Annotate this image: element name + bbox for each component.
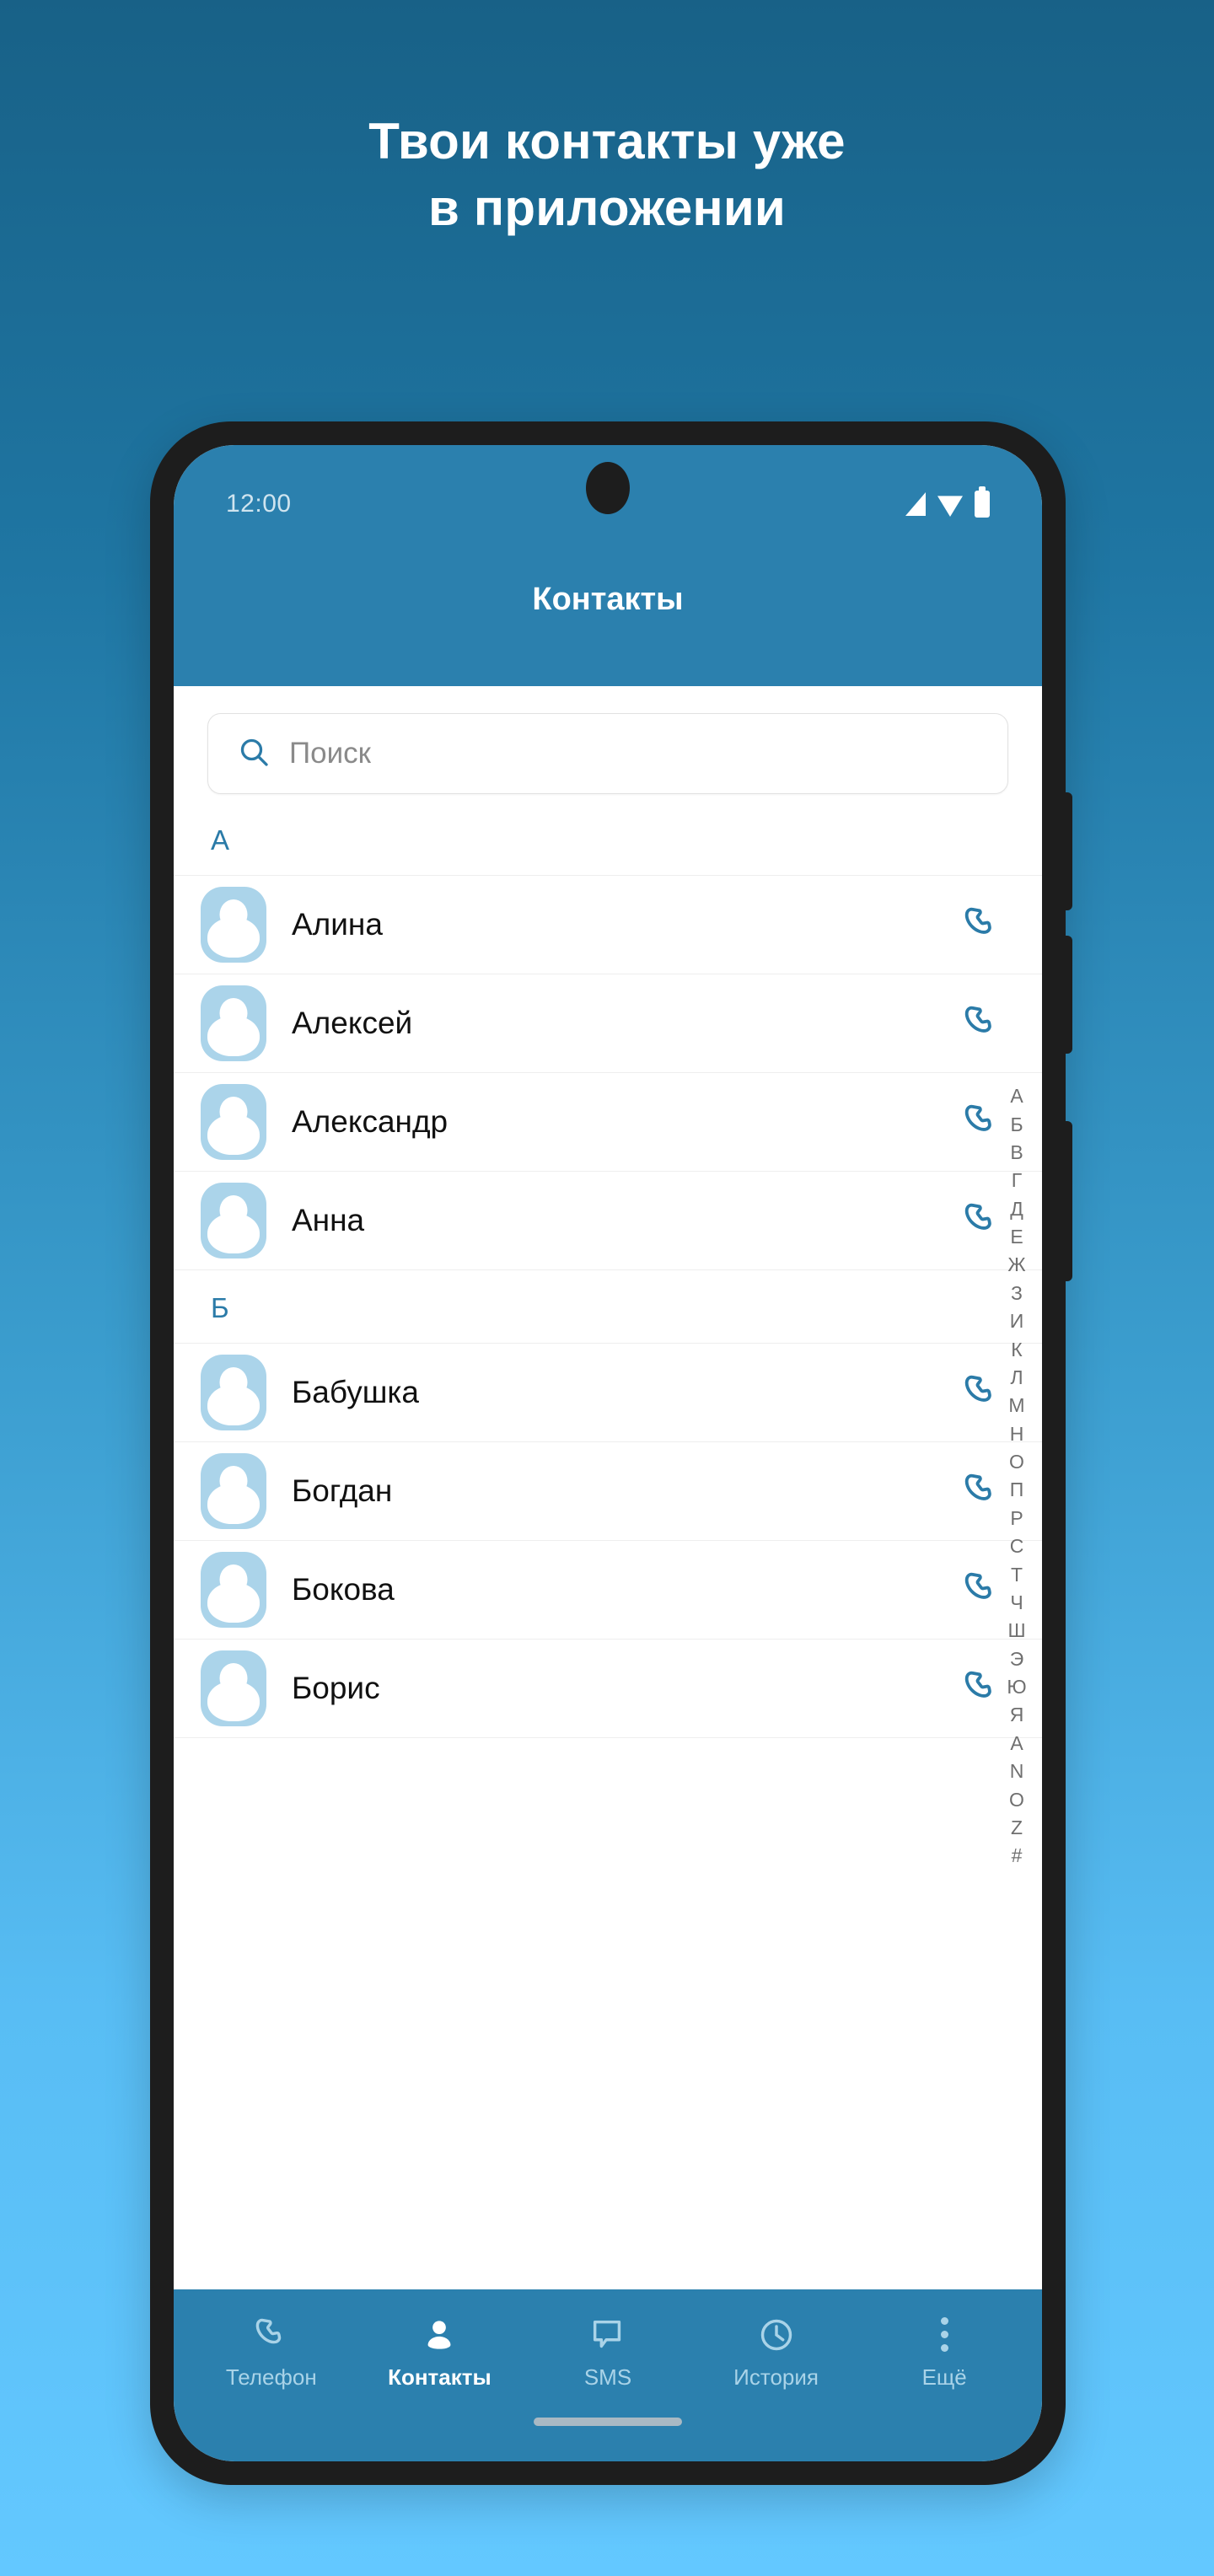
alpha-index-letter[interactable]: Ю (1007, 1673, 1026, 1701)
phone-call-icon[interactable] (958, 1000, 1005, 1047)
alpha-index-letter[interactable]: М (1008, 1392, 1024, 1419)
alpha-index-letter[interactable]: А (1010, 1082, 1023, 1110)
person-avatar (201, 985, 266, 1061)
alpha-index-letter[interactable]: Р (1010, 1505, 1023, 1532)
alpha-index-letter[interactable]: О (1009, 1448, 1024, 1476)
section-header-a: А (174, 802, 1042, 876)
promo-line-1: Твои контакты уже (368, 113, 846, 169)
person-avatar (201, 1453, 266, 1529)
person-avatar (201, 1183, 266, 1258)
phone-mockup: 12:00 Контакты Поиск А Алина Алексей Але… (150, 421, 1072, 2485)
contact-row[interactable]: Анна (174, 1172, 1042, 1270)
contacts-screen: Поиск А Алина Алексей Александр Анна Б Б… (174, 686, 1042, 2289)
contact-name: Алина (292, 907, 383, 942)
more-vertical-icon (940, 2314, 948, 2356)
contact-name: Бокова (292, 1572, 395, 1607)
nav-item-more[interactable]: Ещё (868, 2314, 1020, 2391)
alpha-index-letter[interactable]: Т (1011, 1560, 1023, 1588)
alpha-index-letter[interactable]: Е (1010, 1223, 1023, 1251)
alpha-index-letter[interactable]: N (1010, 1758, 1024, 1785)
nav-item-phone[interactable]: Телефон (196, 2314, 347, 2391)
phone-call-icon[interactable] (958, 901, 1005, 948)
nav-label: Телефон (225, 2364, 317, 2390)
nav-label: SMS (583, 2364, 632, 2390)
person-avatar (201, 1355, 266, 1430)
person-avatar (201, 1552, 266, 1628)
contact-name: Алексей (292, 1006, 413, 1040)
section-header-b: Б (174, 1270, 1042, 1344)
alpha-index-letter[interactable]: К (1011, 1335, 1022, 1363)
contact-row[interactable]: Бокова (174, 1541, 1042, 1640)
contact-row[interactable]: Александр (174, 1073, 1042, 1172)
volume-down-button[interactable] (1062, 936, 1072, 1054)
promo-headline: Твои контакты уже в приложении (0, 108, 1214, 241)
app-bar: Контакты (174, 563, 1042, 686)
nav-label: История (733, 2364, 819, 2390)
alpha-index-letter[interactable]: Ж (1007, 1251, 1025, 1279)
nav-label: Ещё (921, 2364, 967, 2390)
alpha-index-letter[interactable]: З (1011, 1280, 1023, 1307)
nav-item-sms[interactable]: SMS (532, 2314, 684, 2391)
phone-screen: 12:00 Контакты Поиск А Алина Алексей Але… (174, 445, 1042, 2461)
alpha-index-letter[interactable]: Я (1010, 1701, 1024, 1729)
status-bar: 12:00 (174, 445, 1042, 563)
alpha-index-letter[interactable]: A (1010, 1730, 1023, 1758)
alpha-index-letter[interactable]: O (1009, 1785, 1024, 1813)
person-avatar (201, 1084, 266, 1160)
alpha-index-letter[interactable]: Л (1010, 1364, 1023, 1392)
person-avatar (201, 887, 266, 963)
person-avatar (201, 1650, 266, 1726)
search-icon (237, 735, 271, 773)
alpha-index-letter[interactable]: Г (1012, 1167, 1022, 1194)
wifi-icon (937, 496, 963, 517)
home-indicator-area (174, 2414, 1042, 2461)
search-container: Поиск (174, 686, 1042, 802)
clock-icon (757, 2314, 796, 2356)
alphabet-index[interactable]: А Б В Г Д Е Ж З И К Л М Н О П Р С Т Ч Ш (998, 1082, 1035, 1870)
contact-row[interactable]: Бабушка (174, 1344, 1042, 1442)
battery-icon (975, 486, 990, 518)
volume-up-button[interactable] (1062, 792, 1072, 910)
camera-notch (586, 462, 630, 514)
promo-line-2: в приложении (427, 180, 787, 237)
contact-row[interactable]: Богдан (174, 1442, 1042, 1541)
home-indicator[interactable] (534, 2418, 682, 2426)
message-bubble-icon (588, 2314, 627, 2356)
alpha-index-letter[interactable]: Н (1010, 1420, 1024, 1448)
alpha-index-letter[interactable]: Ш (1007, 1617, 1025, 1645)
alpha-index-letter[interactable]: Ч (1010, 1589, 1023, 1617)
alpha-index-letter[interactable]: Z (1011, 1814, 1023, 1842)
alpha-index-letter[interactable]: В (1010, 1139, 1023, 1167)
contact-name: Александр (292, 1104, 449, 1139)
contact-row[interactable]: Борис (174, 1640, 1042, 1738)
search-placeholder: Поиск (289, 737, 371, 770)
contact-name: Анна (292, 1203, 365, 1237)
alpha-index-letter[interactable]: Д (1010, 1195, 1023, 1223)
contact-row[interactable]: Алина (174, 876, 1042, 974)
person-icon (420, 2314, 459, 2356)
page-title: Контакты (532, 582, 684, 617)
signal-icon (905, 492, 926, 516)
alpha-index-letter[interactable]: П (1010, 1476, 1024, 1504)
alpha-index-letter[interactable]: И (1010, 1307, 1024, 1335)
alpha-index-letter[interactable]: # (1012, 1842, 1023, 1870)
alpha-index-letter[interactable]: Э (1010, 1645, 1024, 1673)
nav-item-contacts[interactable]: Контакты (363, 2314, 515, 2391)
nav-label: Контакты (388, 2364, 492, 2390)
contact-row[interactable]: Алексей (174, 974, 1042, 1073)
status-clock: 12:00 (226, 490, 292, 518)
contact-name: Бабушка (292, 1375, 419, 1409)
nav-item-history[interactable]: История (701, 2314, 852, 2391)
phone-handset-icon (252, 2314, 291, 2356)
power-button[interactable] (1062, 1121, 1072, 1281)
contact-name: Богдан (292, 1473, 393, 1508)
status-icons (905, 486, 990, 518)
alpha-index-letter[interactable]: С (1010, 1532, 1024, 1560)
search-input[interactable]: Поиск (207, 713, 1008, 794)
bottom-navigation: Телефон Контакты SMS История Ещё (174, 2289, 1042, 2414)
alpha-index-letter[interactable]: Б (1010, 1110, 1023, 1138)
contact-name: Борис (292, 1671, 380, 1705)
